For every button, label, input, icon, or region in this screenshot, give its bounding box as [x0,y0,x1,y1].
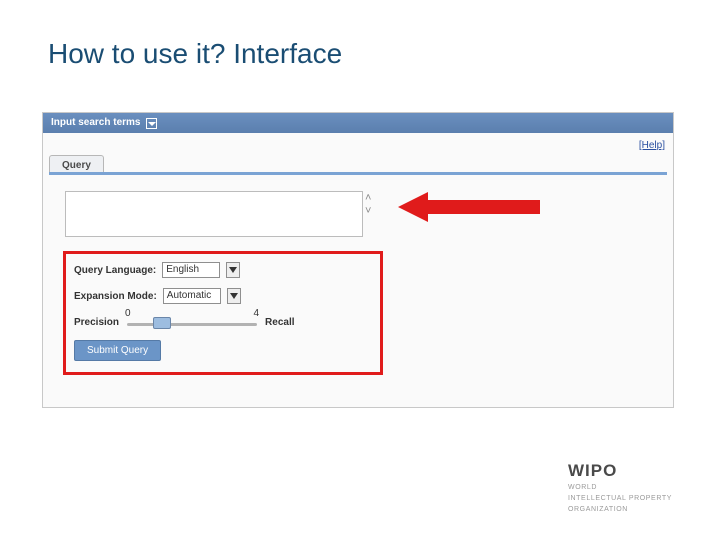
query-language-label: Query Language: [74,265,156,276]
slider-track-line [127,323,257,326]
query-input[interactable] [65,191,363,237]
precision-label: Precision [74,317,119,328]
chevron-down-icon [230,293,238,299]
chevron-down-icon [229,267,237,273]
submit-query-button[interactable]: Submit Query [74,340,161,361]
interface-screenshot: Input search terms [Help] Query ˄ ˅ Quer… [42,112,674,408]
tab-underline [49,172,667,175]
brand-subtitle-1: WORLD [568,483,672,492]
brand-subtitle-2: INTELLECTUAL PROPERTY [568,494,672,503]
expansion-mode-row: Expansion Mode: Automatic [74,288,372,304]
chevron-down-icon: ˅ [365,206,379,216]
expansion-mode-select[interactable]: Automatic [163,288,221,304]
query-language-dropdown-button[interactable] [226,262,240,278]
precision-recall-slider[interactable]: 0 4 [127,314,257,330]
slide-title: How to use it? Interface [48,38,342,70]
highlighted-controls: Query Language: English Expansion Mode: … [63,251,383,375]
footer-logo: WIPO WORLD INTELLECTUAL PROPERTY ORGANIZ… [568,461,672,514]
recall-label: Recall [265,317,294,328]
brand-name: WIPO [568,461,672,481]
query-language-select[interactable]: English [162,262,220,278]
query-language-row: Query Language: English [74,262,372,278]
panel-header: Input search terms [43,113,673,133]
chevron-up-icon: ˄ [365,193,379,203]
expansion-mode-dropdown-button[interactable] [227,288,241,304]
textarea-resize-arrows[interactable]: ˄ ˅ [365,193,379,216]
expansion-mode-label: Expansion Mode: [74,291,157,302]
brand-subtitle-3: ORGANIZATION [568,505,672,514]
precision-recall-row: Precision 0 4 Recall [74,314,372,330]
help-link[interactable]: [Help] [639,140,665,151]
slider-min-value: 0 [125,308,131,319]
slider-max-value: 4 [253,308,259,319]
panel-header-label: Input search terms [51,113,140,133]
slider-thumb[interactable] [153,317,171,329]
expand-icon[interactable] [146,118,157,129]
